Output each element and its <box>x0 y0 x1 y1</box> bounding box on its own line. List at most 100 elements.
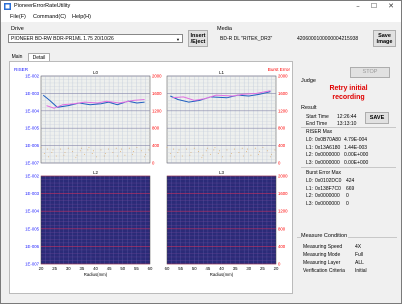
y-tick-right: 400 <box>152 143 160 148</box>
x-tick: 50 <box>120 266 125 271</box>
scatter-point <box>177 152 179 153</box>
measure-row-key: Measuring Speed <box>303 244 343 250</box>
riser-row-addr: 0x0000000 <box>315 152 340 158</box>
scatter-point <box>48 156 50 158</box>
scatter-point <box>40 146 42 148</box>
x-tick: 25 <box>52 266 57 271</box>
scatter-point <box>217 153 219 154</box>
scatter-point <box>80 147 82 149</box>
scatter-point <box>259 151 261 153</box>
stop-button[interactable]: STOP <box>350 67 390 78</box>
y-tick-right: 800 <box>278 126 286 131</box>
y-tick-right: 1200 <box>278 209 288 214</box>
scatter-point <box>84 153 85 155</box>
charts-svg: L01E-0021E-0031E-0041E-0051E-0061E-00720… <box>14 67 291 277</box>
maximize-button[interactable]: ☐ <box>367 1 381 12</box>
scatter-point <box>67 147 69 149</box>
y-tick-right: 1600 <box>278 91 288 96</box>
insert-eject-button[interactable]: Insert /Eject <box>188 30 208 47</box>
y-tick-right: 0 <box>278 161 281 166</box>
close-button[interactable]: ✕ <box>384 1 398 12</box>
menu-command[interactable]: Command(C) <box>33 14 66 20</box>
y-tick-right: 2000 <box>278 174 288 179</box>
left-axis-label: RISER <box>14 67 29 72</box>
scatter-point <box>115 147 117 149</box>
scatter-point <box>140 150 142 152</box>
burst-row-layer: L3: <box>306 200 313 207</box>
x-tick: 30 <box>246 266 251 271</box>
insert-eject-label-2: /Eject <box>190 39 206 45</box>
scatter-point <box>96 156 97 158</box>
scatter-point <box>72 151 74 153</box>
scatter-point <box>51 152 53 153</box>
scatter-point <box>100 149 102 151</box>
scatter-point <box>258 153 259 155</box>
x-tick: 45 <box>107 266 112 271</box>
scatter-point <box>144 156 145 158</box>
y-tick-left: 1E-007 <box>25 262 39 267</box>
x-tick: 35 <box>79 266 84 271</box>
minimize-button[interactable]: – <box>351 1 365 12</box>
scatter-point <box>186 148 188 150</box>
menu-help[interactable]: Help(H) <box>72 14 91 20</box>
scatter-point <box>75 157 77 159</box>
measure-row-value: 4X <box>355 244 362 250</box>
scatter-point <box>79 150 81 152</box>
x-tick: 45 <box>205 266 210 271</box>
scatter-point <box>202 154 204 156</box>
title-bar: PioneerErrorRateUtility – ☐ ✕ <box>1 1 401 12</box>
riser-row-addr: 0x0B70A80 <box>315 137 341 143</box>
scatter-point <box>120 151 121 153</box>
tab-main[interactable]: Main <box>9 53 25 61</box>
measure-row-value: Full <box>355 252 364 258</box>
media-label: Media <box>217 26 232 32</box>
y-tick-right: 1600 <box>152 91 162 96</box>
x-tick: 60 <box>165 266 170 271</box>
scatter-point <box>222 156 223 158</box>
x-tick: 40 <box>219 266 224 271</box>
save-image-button[interactable]: Save Image <box>373 30 396 47</box>
riser-row-layer: L1: <box>306 144 313 151</box>
scatter-point <box>132 153 133 155</box>
scatter-point <box>181 155 183 157</box>
scatter-point <box>270 156 271 158</box>
scatter-point <box>166 146 168 148</box>
riser-row-layer: L2: <box>306 152 313 158</box>
y-tick-left: 1E-004 <box>25 209 39 214</box>
scatter-point <box>136 146 138 148</box>
measure-row-value: ALL <box>355 260 364 266</box>
y-tick-left: 1E-003 <box>25 191 39 196</box>
y-tick-left: 1E-007 <box>25 161 39 166</box>
burst-row-layer: L1: <box>306 185 313 192</box>
scatter-point <box>271 153 273 155</box>
scatter-point <box>121 148 123 150</box>
y-tick-left: 1E-004 <box>25 108 39 113</box>
menu-file[interactable]: File(F) <box>10 14 26 20</box>
burst-row-value: 0 <box>346 200 349 207</box>
judge-line-1: Retry initial <box>329 85 368 92</box>
scatter-point <box>247 148 249 150</box>
y-tick-right: 1200 <box>278 108 288 113</box>
scatter-point <box>246 151 247 153</box>
scatter-point <box>234 148 235 150</box>
result-label: Result <box>301 105 317 111</box>
scatter-point <box>198 151 200 153</box>
x-tick: 30 <box>66 266 71 271</box>
scatter-point <box>262 146 264 148</box>
riser-row-layer: L3: <box>306 159 313 166</box>
drive-select[interactable]: PIONEER BD-RW BDR-PR1ML 1.75 20/10/26 ▼ <box>8 34 183 43</box>
scatter-point <box>116 155 118 157</box>
scatter-point <box>92 150 94 152</box>
y-tick-left: 1E-003 <box>25 91 39 96</box>
chart-pane: L0 1E-002 1E-003 1E-004 1E-005 1E-006 1E-007 20… <box>9 61 293 294</box>
scatter-point <box>254 147 256 149</box>
y-tick-right: 0 <box>278 262 281 267</box>
save-image-label-2: Image <box>376 39 393 45</box>
scatter-point <box>230 153 232 154</box>
right-axis-label: Burst Error <box>268 67 291 72</box>
scatter-point <box>205 150 207 152</box>
burst-group-border <box>301 167 396 168</box>
riser-row-value: 1.44E-003 <box>344 144 368 151</box>
save-button[interactable]: SAVE <box>365 112 389 124</box>
panel-title-L1: L1 <box>219 70 225 75</box>
